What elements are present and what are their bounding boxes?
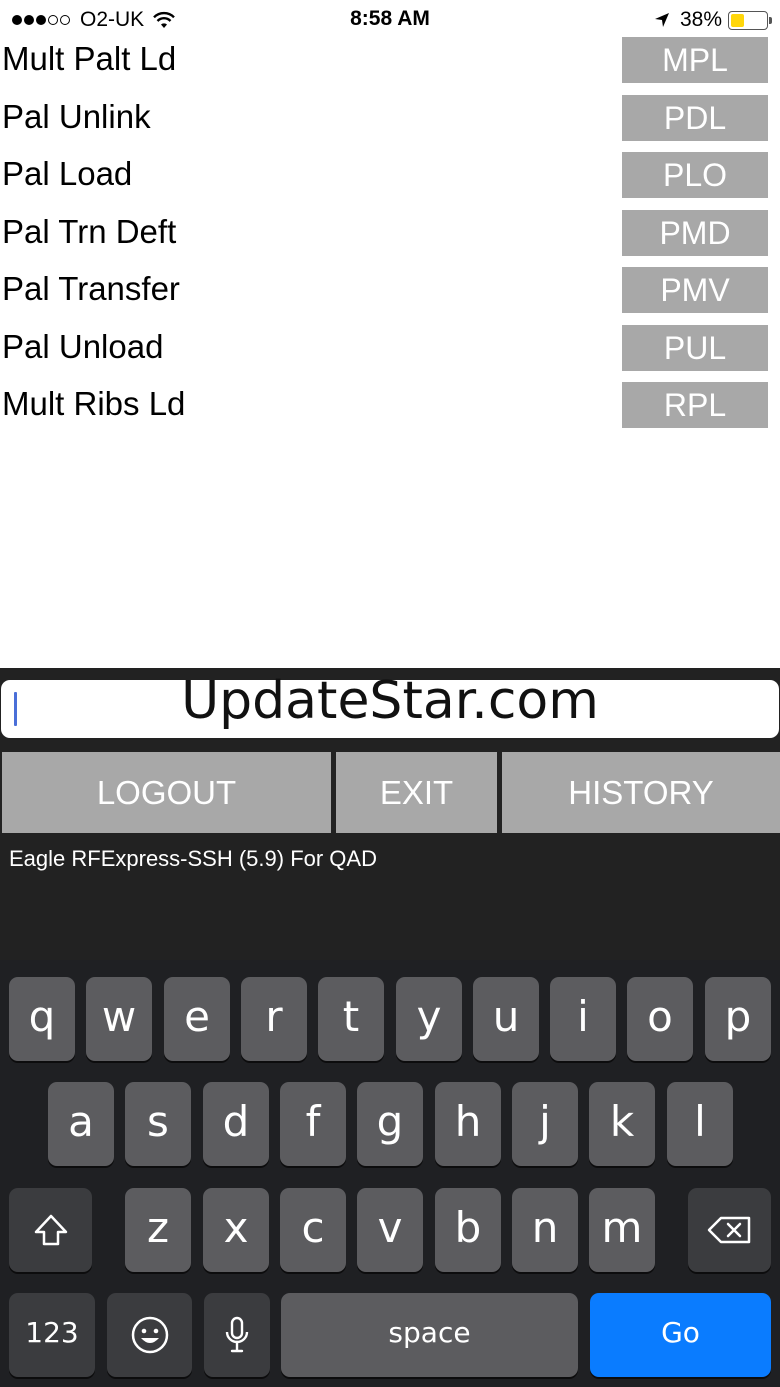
menu-item-label[interactable]: Pal Unlink xyxy=(2,98,151,136)
key-x[interactable]: x xyxy=(203,1188,269,1272)
key-j[interactable]: j xyxy=(512,1082,578,1166)
key-e[interactable]: e xyxy=(164,977,230,1061)
key-o[interactable]: o xyxy=(627,977,693,1061)
backspace-key[interactable] xyxy=(688,1188,771,1272)
microphone-key[interactable] xyxy=(204,1293,270,1377)
menu-row[interactable]: Mult Ribs Ld RPL xyxy=(0,380,780,438)
key-r[interactable]: r xyxy=(241,977,307,1061)
battery-fill xyxy=(731,13,744,27)
menu-item-label[interactable]: Pal Transfer xyxy=(2,270,180,308)
transaction-menu: Mult Palt Ld MPL Pal Unlink PDL Pal Load… xyxy=(0,35,780,438)
logout-button[interactable]: LOGOUT xyxy=(2,752,331,833)
emoji-icon xyxy=(131,1316,168,1354)
emoji-key[interactable] xyxy=(107,1293,192,1377)
on-screen-keyboard: q w e r t y u i o p a s d f g h j k l z … xyxy=(0,960,780,1387)
key-u[interactable]: u xyxy=(473,977,539,1061)
key-p[interactable]: p xyxy=(705,977,771,1061)
menu-row[interactable]: Pal Unlink PDL xyxy=(0,93,780,151)
key-t[interactable]: t xyxy=(318,977,384,1061)
key-c[interactable]: c xyxy=(280,1188,346,1272)
battery-icon xyxy=(728,10,772,30)
key-a[interactable]: a xyxy=(48,1082,114,1166)
menu-code-button[interactable]: PLO xyxy=(622,152,768,198)
menu-item-label[interactable]: Mult Palt Ld xyxy=(2,40,176,78)
key-h[interactable]: h xyxy=(435,1082,501,1166)
menu-item-label[interactable]: Mult Ribs Ld xyxy=(2,385,185,423)
shift-key[interactable] xyxy=(9,1188,92,1272)
key-m[interactable]: m xyxy=(589,1188,655,1272)
menu-code-button[interactable]: PDL xyxy=(622,94,768,141)
location-arrow-icon xyxy=(654,13,669,27)
app-info-text: Eagle RFExpress-SSH (5.9) For QAD xyxy=(9,846,377,871)
space-key[interactable]: space xyxy=(281,1293,578,1377)
text-caret xyxy=(14,692,17,726)
command-input[interactable] xyxy=(1,680,779,738)
key-i[interactable]: i xyxy=(550,977,616,1061)
status-bar: O2-UK 8:58 AM 38% xyxy=(0,0,780,40)
menu-row[interactable]: Pal Load PLO xyxy=(0,150,780,208)
go-key[interactable]: Go xyxy=(590,1293,771,1377)
key-w[interactable]: w xyxy=(86,977,152,1061)
menu-row[interactable]: Mult Palt Ld MPL xyxy=(0,35,780,93)
menu-code-button[interactable]: RPL xyxy=(622,382,768,428)
exit-button[interactable]: EXIT xyxy=(336,752,497,833)
key-y[interactable]: y xyxy=(396,977,462,1061)
battery-group: 38% xyxy=(654,8,772,32)
key-n[interactable]: n xyxy=(512,1188,578,1272)
key-b[interactable]: b xyxy=(435,1188,501,1272)
key-l[interactable]: l xyxy=(667,1082,733,1166)
key-q[interactable]: q xyxy=(9,977,75,1061)
key-g[interactable]: g xyxy=(357,1082,423,1166)
menu-code-button[interactable]: PMV xyxy=(622,267,768,313)
menu-row[interactable]: Pal Trn Deft PMD xyxy=(0,208,780,266)
menu-row[interactable]: Pal Transfer PMV xyxy=(0,265,780,323)
key-f[interactable]: f xyxy=(280,1082,346,1166)
history-button[interactable]: HISTORY xyxy=(502,752,780,833)
menu-code-button[interactable]: PUL xyxy=(622,324,768,371)
menu-item-label[interactable]: Pal Unload xyxy=(2,328,163,366)
key-k[interactable]: k xyxy=(589,1082,655,1166)
shift-icon xyxy=(34,1214,67,1246)
key-v[interactable]: v xyxy=(357,1188,423,1272)
menu-code-button[interactable]: PMD xyxy=(622,209,768,256)
menu-code-button[interactable]: MPL xyxy=(622,37,768,83)
key-d[interactable]: d xyxy=(203,1082,269,1166)
menu-item-label[interactable]: Pal Load xyxy=(2,155,132,193)
numbers-key[interactable]: 123 xyxy=(9,1293,95,1377)
microphone-icon xyxy=(225,1316,249,1353)
menu-item-label[interactable]: Pal Trn Deft xyxy=(2,213,176,251)
backspace-icon xyxy=(707,1216,750,1244)
menu-row[interactable]: Pal Unload PUL xyxy=(0,323,780,381)
battery-percent: 38% xyxy=(679,8,722,31)
key-s[interactable]: s xyxy=(125,1082,191,1166)
key-z[interactable]: z xyxy=(125,1188,191,1272)
